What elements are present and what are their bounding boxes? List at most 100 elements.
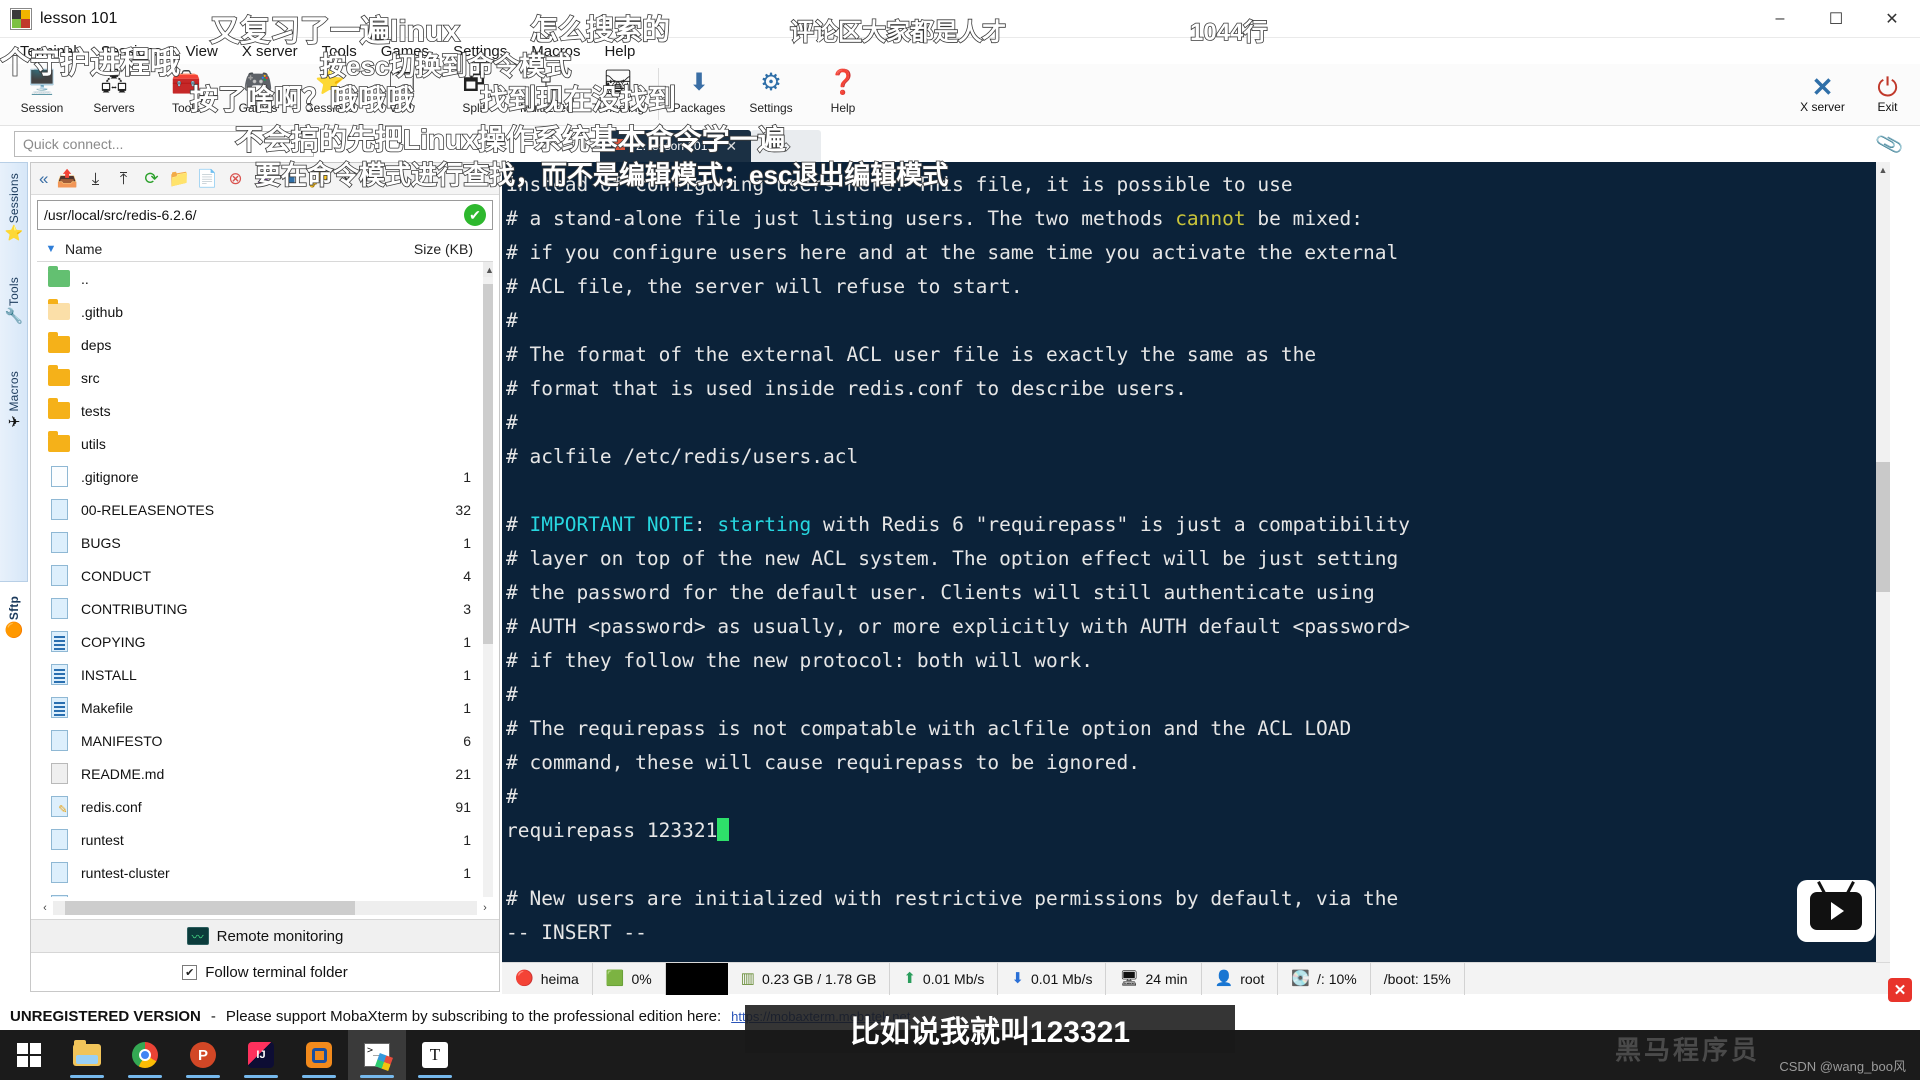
sidebar-item-macros[interactable]: Macros ✈ [0,367,28,475]
taskbar-virtualbox[interactable] [290,1030,348,1080]
refresh-icon[interactable]: ⟳ [138,167,164,191]
toolbar-button-packages[interactable]: ⬇ Packages [663,64,735,124]
close-button[interactable]: ✕ [1864,0,1920,38]
file-row[interactable]: MANIFESTO6 [37,724,493,757]
menu-item-macros[interactable]: Macros [519,41,592,62]
file-list-scrollbar[interactable]: ▲ [483,262,493,897]
file-row[interactable]: .. [37,262,493,295]
binary-mode-icon[interactable]: ▮ [278,167,304,191]
file-row[interactable]: runtest-cluster1 [37,856,493,889]
menu-item-tools[interactable]: Tools [310,41,369,62]
close-overlay-button[interactable]: ✕ [1888,978,1912,1002]
file-row[interactable]: runtest-moduleapi1 [37,889,493,897]
hscroll-track[interactable] [53,901,477,915]
file-row[interactable]: Makefile1 [37,691,493,724]
follow-terminal-folder-checkbox[interactable]: ✔ [182,965,197,980]
toolbar-button-sessions[interactable]: ⭐ Sessions [294,64,366,124]
permissions-icon[interactable]: 🔑 [306,167,332,191]
expand-more-icon[interactable]: » [334,167,360,191]
terminal-line: # format that is used inside redis.conf … [506,372,1890,406]
tab-new[interactable]: ◇ [751,130,821,162]
column-name[interactable]: Name [65,241,403,257]
scroll-right-icon[interactable]: › [477,902,493,914]
delete-icon[interactable]: ⊗ [222,167,248,191]
file-row[interactable]: BUGS1 [37,526,493,559]
file-name: INSTALL [81,667,403,683]
quick-connect-input[interactable]: Quick connect... [14,131,314,157]
taskbar-mobaxterm[interactable] [348,1030,406,1080]
file-row[interactable]: README.md21 [37,757,493,790]
taskbar-file-explorer[interactable] [58,1030,116,1080]
path-bar[interactable]: /usr/local/src/redis-6.2.6/ ✔ [37,200,493,230]
menu-item-view[interactable]: View [174,41,230,62]
toolbar-button-settings[interactable]: ⚙ Settings [735,64,807,124]
taskbar-powerpoint[interactable]: P [174,1030,232,1080]
toolbar-button-help[interactable]: ❓ Help [807,64,879,124]
collapse-panel-icon[interactable]: « [35,169,52,189]
file-row[interactable]: runtest1 [37,823,493,856]
file-list[interactable]: ...githubdepssrctestsutils.gitignore100-… [37,262,493,897]
toolbar-button-games[interactable]: 🎮 Games [222,64,294,124]
text-mode-icon[interactable]: A [250,167,276,191]
file-row[interactable]: CONDUCT4 [37,559,493,592]
file-row[interactable]: utils [37,427,493,460]
taskbar-chrome[interactable] [116,1030,174,1080]
toolbar-button-tunneling[interactable]: 🛤 Tunneling [582,64,654,124]
sidebar-item-sftp[interactable]: Sftp 🟠 [0,592,28,638]
video-play-badge[interactable] [1797,880,1875,942]
tab-close-icon[interactable]: ✕ [725,138,737,155]
terminal-pane[interactable]: instead of configuring users here. This … [502,162,1890,962]
up-folder-icon[interactable]: 📤 [54,167,80,191]
hscroll-thumb[interactable] [65,901,355,915]
file-row[interactable]: .github [37,295,493,328]
menu-item-games[interactable]: Games [369,41,441,62]
file-row[interactable]: tests [37,394,493,427]
column-size[interactable]: Size (KB) [403,241,493,257]
file-row[interactable]: .gitignore1 [37,460,493,493]
menu-item-xserver[interactable]: X server [230,41,310,62]
new-file-icon[interactable]: 📄 [194,167,220,191]
taskbar-intellij-idea[interactable]: IJ [232,1030,290,1080]
scroll-up-icon[interactable]: ▲ [483,262,493,277]
sidebar-item-sessions[interactable]: Sessions ⭐ [0,169,28,273]
start-button[interactable] [0,1030,58,1080]
toolbar-button-multiexec[interactable]: ⑂ MultiExec [510,64,582,124]
file-row[interactable]: src [37,361,493,394]
menu-item-help[interactable]: Help [592,41,647,62]
toolbar-button-split[interactable]: 🗗 Split [438,64,510,124]
remote-monitoring-button[interactable]: 〰 Remote monitoring [31,919,499,953]
minimize-button[interactable]: – [1752,0,1808,38]
toolbar-button-tools[interactable]: 🧰 Tools [150,64,222,124]
tab-lesson-101[interactable]: 2. lesson 101 ✕ [600,130,751,162]
follow-terminal-folder-row[interactable]: ✔ Follow terminal folder [31,953,499,991]
toolbar-button-session[interactable]: 🖥️ Session [6,64,78,124]
menu-item-settings[interactable]: Settings [441,41,519,62]
toolbar-button-servers[interactable]: 🖧 Servers [78,64,150,124]
upload-icon[interactable]: ⤒ [110,167,136,191]
scroll-left-icon[interactable]: ‹ [37,902,53,914]
terminal-scrollbar-thumb[interactable] [1876,462,1890,592]
file-list-hscroll[interactable]: ‹ › [37,897,493,919]
terminal-scrollbar[interactable]: ▲ [1876,162,1890,962]
terminal-line: # The format of the external ACL user fi… [506,338,1890,372]
download-icon[interactable]: ⤓ [82,167,108,191]
file-row[interactable]: COPYING1 [37,625,493,658]
menu-item-terminal[interactable]: Terminal [8,41,89,62]
sort-descending-icon[interactable]: ▼ [37,243,65,255]
taskbar-typora[interactable]: T [406,1030,464,1080]
new-folder-icon[interactable]: 📁 [166,167,192,191]
toolbar-button-view[interactable]: 🗔 View [366,64,438,124]
maximize-button[interactable]: ☐ [1808,0,1864,38]
x-server-button[interactable]: ✕ X server [1790,64,1855,124]
file-row[interactable]: deps [37,328,493,361]
exit-button[interactable]: ⏻ Exit [1855,64,1920,124]
file-row[interactable]: INSTALL1 [37,658,493,691]
menu-item-sessions[interactable]: Sessions [89,41,174,62]
scrollbar-thumb[interactable] [483,284,493,644]
sidebar-item-tools[interactable]: Tools 🔧 [0,273,28,367]
terminal-scroll-up-icon[interactable]: ▲ [1876,162,1890,178]
file-row[interactable]: 00-RELEASENOTES32 [37,493,493,526]
file-row[interactable]: CONTRIBUTING3 [37,592,493,625]
file-row[interactable]: ✎redis.conf91 [37,790,493,823]
file-size: 21 [403,766,493,782]
